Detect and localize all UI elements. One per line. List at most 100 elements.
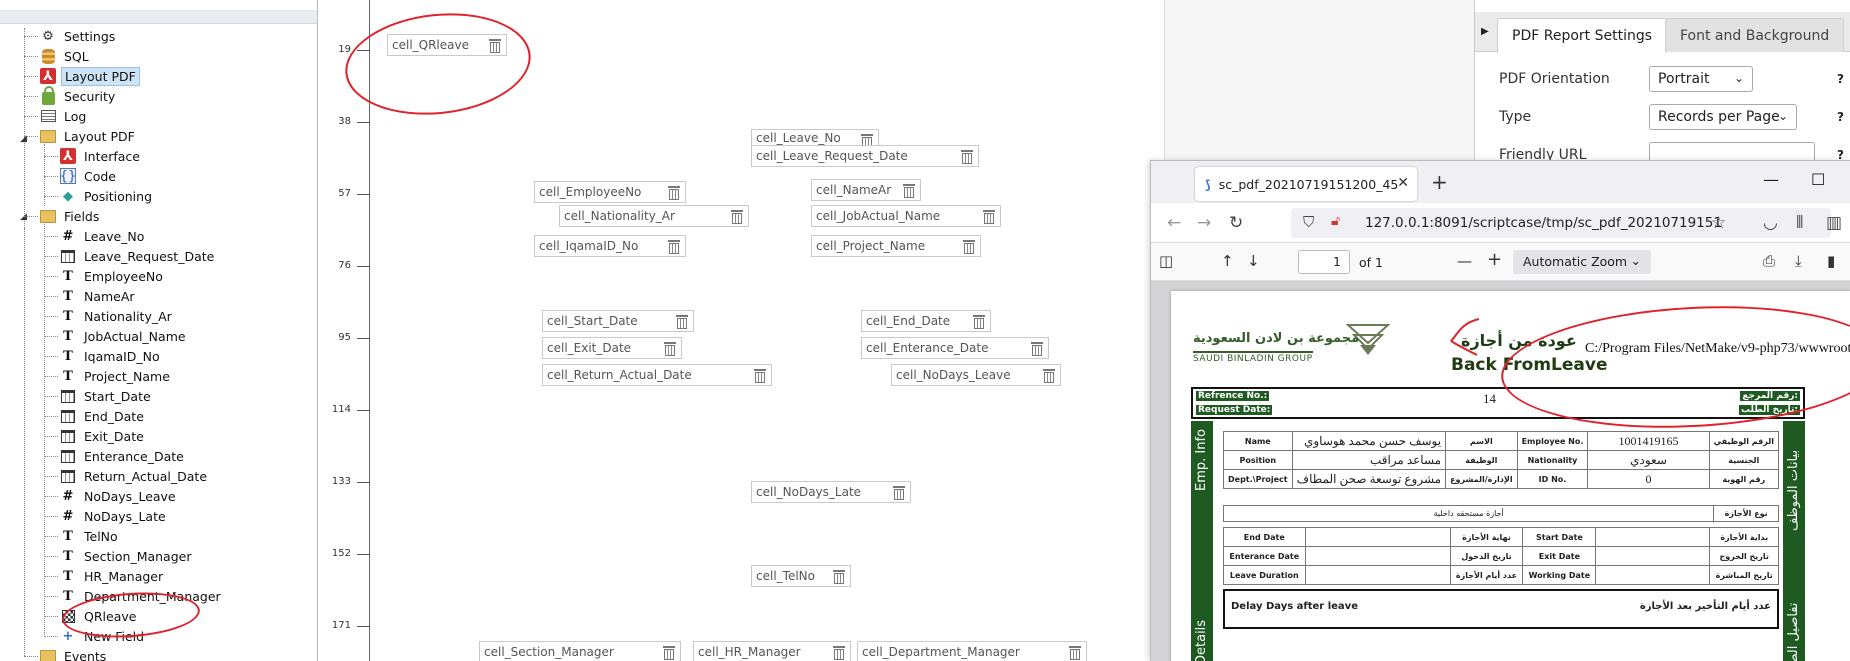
layout-cell[interactable]: cell_Start_Date	[542, 310, 694, 332]
trash-icon[interactable]	[730, 209, 744, 224]
tree-field-item[interactable]: Enterance_Date	[44, 446, 187, 466]
table-row: Leave Duration عدد أيام الأجازة Working …	[1223, 565, 1779, 585]
previous-page-icon[interactable]: ↑	[1221, 252, 1234, 270]
trash-icon[interactable]	[667, 185, 681, 200]
trash-icon[interactable]	[892, 485, 906, 500]
type-select[interactable]: Records per Page ⌄	[1649, 104, 1797, 130]
minimize-icon[interactable]: —	[1763, 170, 1779, 189]
tree-field-item[interactable]: Leave_Request_Date	[44, 246, 217, 266]
back-icon[interactable]: ←	[1167, 213, 1181, 233]
tree-field-item[interactable]: T Nationality_Ar	[44, 306, 175, 326]
forward-icon[interactable]: →	[1197, 213, 1211, 233]
tree-field-item[interactable]: Exit_Date	[44, 426, 147, 446]
new-tab-icon[interactable]: +	[1431, 170, 1448, 194]
trash-icon[interactable]	[1068, 645, 1082, 660]
trash-icon[interactable]	[832, 569, 846, 584]
tree-field-item[interactable]: Start_Date	[44, 386, 154, 406]
tree-folder-fields[interactable]: Fields	[24, 206, 102, 226]
tree-field-item[interactable]: # Leave_No	[44, 226, 147, 246]
tree-field-item[interactable]: Return_Actual_Date	[44, 466, 210, 486]
print-icon[interactable]: ⎙	[1763, 252, 1775, 270]
page-number-input[interactable]: 1	[1298, 250, 1350, 274]
next-page-icon[interactable]: ↓	[1247, 252, 1260, 270]
trash-icon[interactable]	[902, 183, 916, 198]
tab-pdf-report-settings[interactable]: PDF Report Settings	[1497, 18, 1668, 53]
tree-item-positioning[interactable]: ◆ Positioning	[44, 186, 155, 206]
bookmark-star-icon[interactable]: ☆	[1711, 213, 1726, 233]
sidebar-icon[interactable]: ▥	[1826, 213, 1842, 233]
tree-field-item[interactable]: # NoDays_Leave	[44, 486, 179, 506]
layout-cell[interactable]: cell_Exit_Date	[542, 337, 682, 359]
layout-cell[interactable]: cell_Return_Actual_Date	[542, 364, 772, 386]
tree-field-item[interactable]: End_Date	[44, 406, 147, 426]
trash-icon[interactable]	[1030, 341, 1044, 356]
layout-cell[interactable]: cell_Section_Manager	[479, 641, 681, 661]
tree-item-layout-pdf[interactable]: ⅄ Layout PDF	[24, 66, 140, 86]
pocket-icon[interactable]: ◡	[1763, 213, 1778, 233]
trash-icon[interactable]	[675, 314, 689, 329]
layout-cell[interactable]: cell_TelNo	[751, 565, 851, 587]
tree-item-sql[interactable]: SQL	[24, 46, 92, 66]
tree-field-item[interactable]: T HR_Manager	[44, 566, 166, 586]
help-icon[interactable]: ?	[1837, 110, 1844, 124]
trash-icon[interactable]	[753, 368, 767, 383]
layout-cell[interactable]: cell_Leave_Request_Date	[751, 145, 979, 167]
tree-item-settings[interactable]: ⚙ Settings	[24, 26, 118, 46]
close-tab-icon[interactable]: ✕	[1397, 175, 1409, 191]
reload-icon[interactable]: ↻	[1229, 213, 1243, 233]
layout-cell[interactable]: cell_JobActual_Name	[811, 205, 1001, 227]
tree-field-item[interactable]: T Section_Manager	[44, 546, 194, 566]
zoom-out-icon[interactable]: —	[1457, 252, 1472, 270]
layout-cell[interactable]: cell_NoDays_Late	[751, 481, 911, 503]
table-cell: مساعد مراقب	[1291, 450, 1447, 470]
layout-cell[interactable]: cell_NoDays_Leave	[891, 364, 1061, 386]
trash-icon[interactable]	[960, 149, 974, 164]
layout-cell[interactable]: cell_Project_Name	[811, 235, 981, 257]
layout-cell[interactable]: cell_End_Date	[861, 310, 991, 332]
library-icon[interactable]: ⦀	[1796, 213, 1803, 233]
bookmark-icon[interactable]: ▮	[1827, 252, 1835, 270]
tree-field-item[interactable]: # NoDays_Late	[44, 506, 169, 526]
tree-field-item[interactable]: T EmployeeNo	[44, 266, 166, 286]
browser-tab[interactable]: ⟆ sc_pdf_20210719151200_453_PD ✕	[1195, 167, 1417, 201]
tree-item-security[interactable]: Security	[24, 85, 118, 106]
layout-cell[interactable]: cell_Department_Manager	[857, 641, 1087, 661]
tree-field-item[interactable]: T TelNo	[44, 526, 121, 546]
tab-font-and-background[interactable]: Font and Background	[1665, 18, 1845, 52]
tree-folder-events[interactable]: Events	[24, 646, 109, 661]
tree-field-item[interactable]: T IqamaID_No	[44, 346, 163, 366]
tree-field-item[interactable]: T JobActual_Name	[44, 326, 189, 346]
trash-icon[interactable]	[982, 209, 996, 224]
trash-icon[interactable]	[962, 239, 976, 254]
maximize-icon[interactable]: ☐	[1811, 170, 1825, 189]
layout-cell[interactable]: cell_EmployeeNo	[534, 181, 686, 203]
save-icon[interactable]: ⤓	[1795, 252, 1802, 270]
layout-cell[interactable]: cell_Enterance_Date	[861, 337, 1049, 359]
layout-cell[interactable]: cell_Nationality_Ar	[559, 205, 749, 227]
ruler-label: 95	[338, 332, 351, 343]
trash-icon[interactable]	[667, 239, 681, 254]
trash-icon[interactable]	[832, 645, 846, 660]
trash-icon[interactable]	[662, 645, 676, 660]
tree-field-item[interactable]: T NameAr	[44, 286, 138, 306]
orientation-select[interactable]: Portrait ⌄	[1649, 66, 1753, 92]
table-cell: تاريخ الدخول	[1449, 546, 1524, 566]
url-bar[interactable]: ⛉ 🔓︎ 127.0.0.1:8091/scriptcase/tmp/sc_pd…	[1291, 208, 1831, 238]
tree-item-interface[interactable]: ⅄ Interface	[44, 146, 143, 166]
layout-cell[interactable]: cell_NameAr	[811, 179, 921, 201]
pdf-icon: ⅄	[40, 68, 56, 84]
zoom-select[interactable]: Automatic Zoom ⌄	[1513, 250, 1651, 274]
tree-folder-layout-pdf[interactable]: Layout PDF	[24, 126, 138, 146]
help-icon[interactable]: ?	[1837, 72, 1844, 86]
trash-icon[interactable]	[1042, 368, 1056, 383]
trash-icon[interactable]	[972, 314, 986, 329]
tree-item-log[interactable]: Log	[24, 106, 89, 126]
tree-item-code[interactable]: {} Code	[44, 166, 119, 186]
trash-icon[interactable]	[663, 341, 677, 356]
toggle-sidebar-icon[interactable]: ◫	[1159, 252, 1173, 270]
layout-cell[interactable]: cell_HR_Manager	[693, 641, 851, 661]
tree-field-item[interactable]: T Project_Name	[44, 366, 173, 386]
expand-arrow-icon[interactable]: ▶	[1481, 26, 1489, 37]
layout-cell[interactable]: cell_IqamaID_No	[534, 235, 686, 257]
zoom-in-icon[interactable]: +	[1487, 249, 1502, 270]
